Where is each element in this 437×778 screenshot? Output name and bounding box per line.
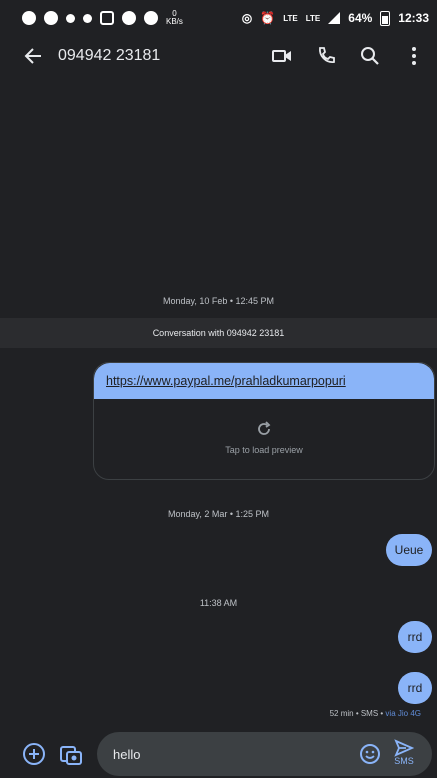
message-status: 52 min • SMS • via Jio 4G [330,709,421,718]
top-app-bar: 094942 23181 [0,36,437,76]
preview-text: Tap to load preview [225,445,303,455]
reload-icon [258,421,271,435]
message-status-text: 52 min • SMS • [329,709,386,718]
status-bar: 0 KB/s ◎ ⏰ LTE LTE 64% 12:33 [0,0,437,36]
gallery-icon[interactable] [59,742,83,766]
link-message[interactable]: https://www.paypal.me/prahladkumarpopuri… [93,362,435,480]
emoji-icon[interactable] [359,743,381,765]
search-icon[interactable] [359,45,381,67]
calendar-notification-icon [100,11,114,25]
alarm-icon: ⏰ [260,11,276,25]
battery-percent: 64% [348,11,373,25]
link-url[interactable]: https://www.paypal.me/prahladkumarpopuri [94,363,434,399]
send-sms-button[interactable]: SMS [389,738,419,772]
conversation-title: 094942 23181 [58,47,161,64]
back-arrow-icon[interactable] [22,45,44,67]
motorola-notification-icon [144,11,158,25]
lte1-label: LTE [283,13,298,23]
message-bubble[interactable]: Ueue [386,534,432,566]
conversation-banner: Conversation with 094942 23181 [0,318,437,348]
timestamp-divider: Monday, 2 Mar • 1:25 PM [167,509,270,519]
conversation-banner-text: Conversation with 094942 23181 [152,328,285,338]
phone-call-icon[interactable] [315,45,337,67]
carrier-text: via Jio 4G [385,709,421,718]
message-text: rrd [407,630,423,644]
message-bubble[interactable]: rrd [398,621,432,653]
hotspot-icon: ◎ [241,11,253,25]
battery-icon [380,10,391,26]
message-text: rrd [407,681,423,695]
message-bubble[interactable]: rrd [398,672,432,704]
add-attachment-icon[interactable] [22,742,46,766]
data-speed: 0 KB/s [166,10,183,26]
messenger-notification-icon [66,13,75,23]
link-preview[interactable]: Tap to load preview [94,399,434,477]
lte2-label: LTE [305,13,321,23]
dot-notification-icon [122,11,136,25]
video-call-icon[interactable] [271,45,293,67]
message-input[interactable] [111,745,345,763]
clock: 12:33 [398,11,429,25]
send-label: SMS [394,756,414,766]
send-icon [394,739,414,757]
signal-icon [328,12,341,24]
composer-bar: SMS [0,730,437,778]
timestamp-divider: Monday, 10 Feb • 12:45 PM [162,296,275,306]
message-text: Ueue [394,543,424,557]
play-notification-icon [22,11,36,25]
timestamp-divider: 11:38 AM [199,598,238,608]
more-options-icon[interactable] [403,45,425,67]
messenger2-notification-icon [83,13,92,23]
message-input-container: SMS [97,732,432,776]
whatsapp-notification-icon [44,11,58,25]
data-speed-unit: KB/s [166,17,183,26]
